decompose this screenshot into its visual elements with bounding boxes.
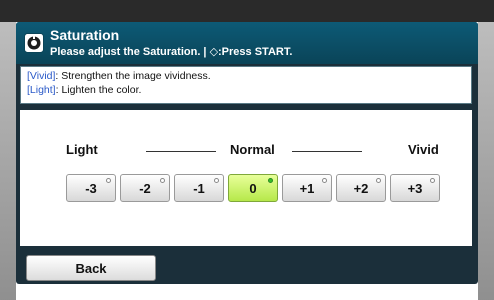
footer-bar: Back [16, 252, 478, 284]
help-key: [Vivid] [27, 70, 56, 82]
help-text: : Strengthen the image vividness. [55, 70, 211, 82]
help-text: : Lighten the color. [55, 84, 142, 96]
left-bezel [0, 22, 16, 300]
level-label: -2 [139, 181, 151, 196]
level-button-minus-2[interactable]: -2 [120, 174, 170, 202]
help-line-light: [Light]: Lighten the color. [27, 83, 465, 97]
indicator-led-icon [322, 178, 327, 183]
scale-label-vivid: Vivid [408, 142, 439, 157]
back-button[interactable]: Back [26, 255, 156, 281]
right-bezel [478, 22, 494, 300]
panel-header: Saturation Please adjust the Saturation.… [16, 22, 478, 64]
screen: Saturation Please adjust the Saturation.… [0, 0, 494, 300]
saturation-panel: Saturation Please adjust the Saturation.… [16, 22, 478, 284]
level-label: 0 [249, 181, 257, 196]
scale-line-right [292, 151, 362, 152]
indicator-led-icon [268, 178, 273, 183]
scale-label-normal: Normal [230, 142, 275, 157]
page-subtitle: Please adjust the Saturation. | ◇:Press … [50, 46, 293, 58]
top-bezel [0, 0, 494, 22]
level-button-plus-1[interactable]: +1 [282, 174, 332, 202]
level-label: -1 [193, 181, 205, 196]
indicator-led-icon [160, 178, 165, 183]
help-line-vivid: [Vivid]: Strengthen the image vividness. [27, 69, 465, 83]
level-button-minus-1[interactable]: -1 [174, 174, 224, 202]
help-text-box: [Vivid]: Strengthen the image vividness.… [20, 66, 472, 104]
adjustment-area: Light Normal Vivid -3 -2 -1 0 +1 +2 +3 [20, 110, 472, 246]
level-label: +2 [353, 181, 369, 196]
level-label: +1 [299, 181, 315, 196]
indicator-led-icon [106, 178, 111, 183]
scale-line-left [146, 151, 216, 152]
level-button-0[interactable]: 0 [228, 174, 278, 202]
level-button-plus-3[interactable]: +3 [390, 174, 440, 202]
level-label: +3 [407, 181, 423, 196]
level-button-minus-3[interactable]: -3 [66, 174, 116, 202]
indicator-led-icon [430, 178, 435, 183]
scale-label-light: Light [66, 142, 98, 157]
level-button-plus-2[interactable]: +2 [336, 174, 386, 202]
level-label: -3 [85, 181, 97, 196]
page-title: Saturation [50, 27, 120, 43]
copy-settings-icon [24, 33, 44, 53]
help-key: [Light] [27, 84, 56, 96]
indicator-led-icon [376, 178, 381, 183]
indicator-led-icon [214, 178, 219, 183]
